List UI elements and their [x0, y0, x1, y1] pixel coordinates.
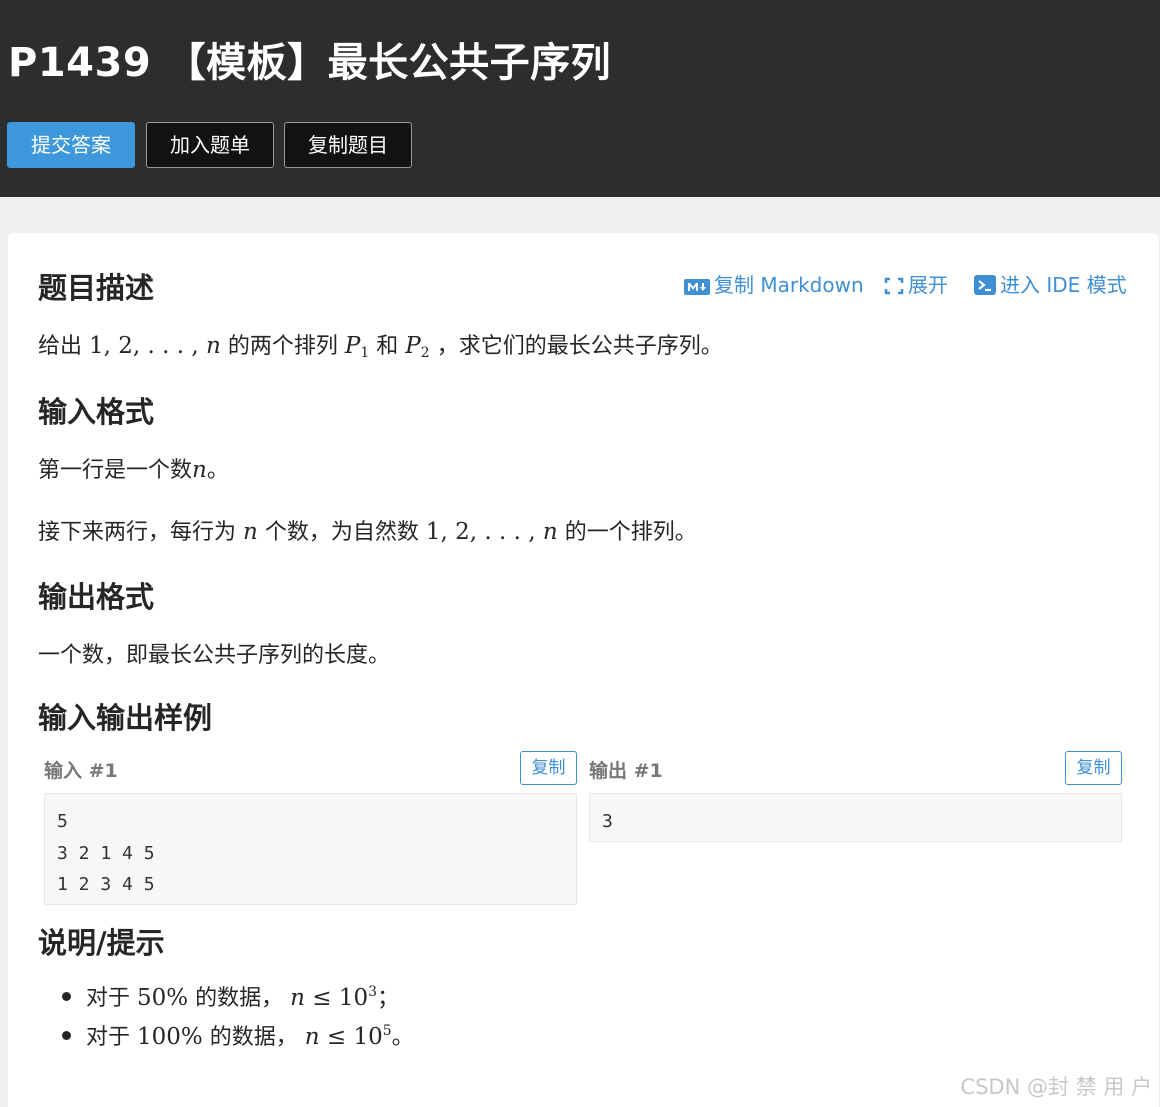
input-format-heading: 输入格式 [38, 395, 155, 429]
copy-input-button[interactable]: 复制 [520, 751, 577, 785]
copy-markdown-label: 复制 Markdown [714, 273, 864, 297]
expand-label: 展开 [908, 273, 948, 297]
hint-heading: 说明/提示 [38, 926, 165, 960]
expand-icon [884, 277, 904, 295]
page-title: P1439 【模板】最长公共子序列 [8, 40, 612, 86]
output-format-text: 一个数，即最长公共子序列的长度。 [38, 643, 391, 668]
watermark: CSDN @封 禁 用 户 [960, 1075, 1152, 1099]
sample-output-box: 3 [589, 793, 1122, 842]
sample-input-box: 5 3 2 1 4 5 1 2 3 4 5 [44, 793, 577, 905]
output-format-heading: 输出格式 [38, 580, 155, 614]
hint-item-2: 对于 100% 的数据， n ≤ 105。 [86, 1023, 414, 1050]
description-text: 给出 1, 2, . . . , n 的两个排列 P1 和 P2 ，求它们的最长… [38, 333, 723, 361]
bullet [62, 992, 71, 1001]
copy-problem-button[interactable]: 复制题目 [284, 122, 412, 168]
samples-heading: 输入输出样例 [38, 701, 213, 735]
description-heading: 题目描述 [38, 271, 155, 305]
input-format-line1: 第一行是一个数n。 [38, 457, 229, 483]
ide-mode-action[interactable]: 进入 IDE 模式 [974, 269, 1127, 298]
terminal-icon [974, 275, 996, 295]
add-to-list-button[interactable]: 加入题单 [146, 122, 274, 168]
input-format-line2: 接下来两行，每行为 n 个数，为自然数 1, 2, . . . , n 的一个排… [38, 519, 697, 545]
ide-mode-label: 进入 IDE 模式 [1000, 273, 1127, 297]
submit-answer-button[interactable]: 提交答案 [7, 122, 135, 168]
copy-markdown-action[interactable]: 复制 Markdown [684, 269, 864, 298]
problem-header: P1439 【模板】最长公共子序列 提交答案 加入题单 复制题目 [0, 0, 1160, 197]
markdown-icon [684, 279, 710, 295]
problem-card: 复制 Markdown 展开 进入 IDE 模式 题目描述 给出 1, 2, .… [8, 233, 1159, 1107]
sample-input-label: 输入 #1 [44, 760, 118, 782]
hint-item-1: 对于 50% 的数据， n ≤ 103； [86, 984, 400, 1011]
expand-action[interactable]: 展开 [884, 269, 948, 298]
sample-output-label: 输出 #1 [589, 760, 663, 782]
copy-output-button[interactable]: 复制 [1065, 751, 1122, 785]
bullet [62, 1031, 71, 1040]
